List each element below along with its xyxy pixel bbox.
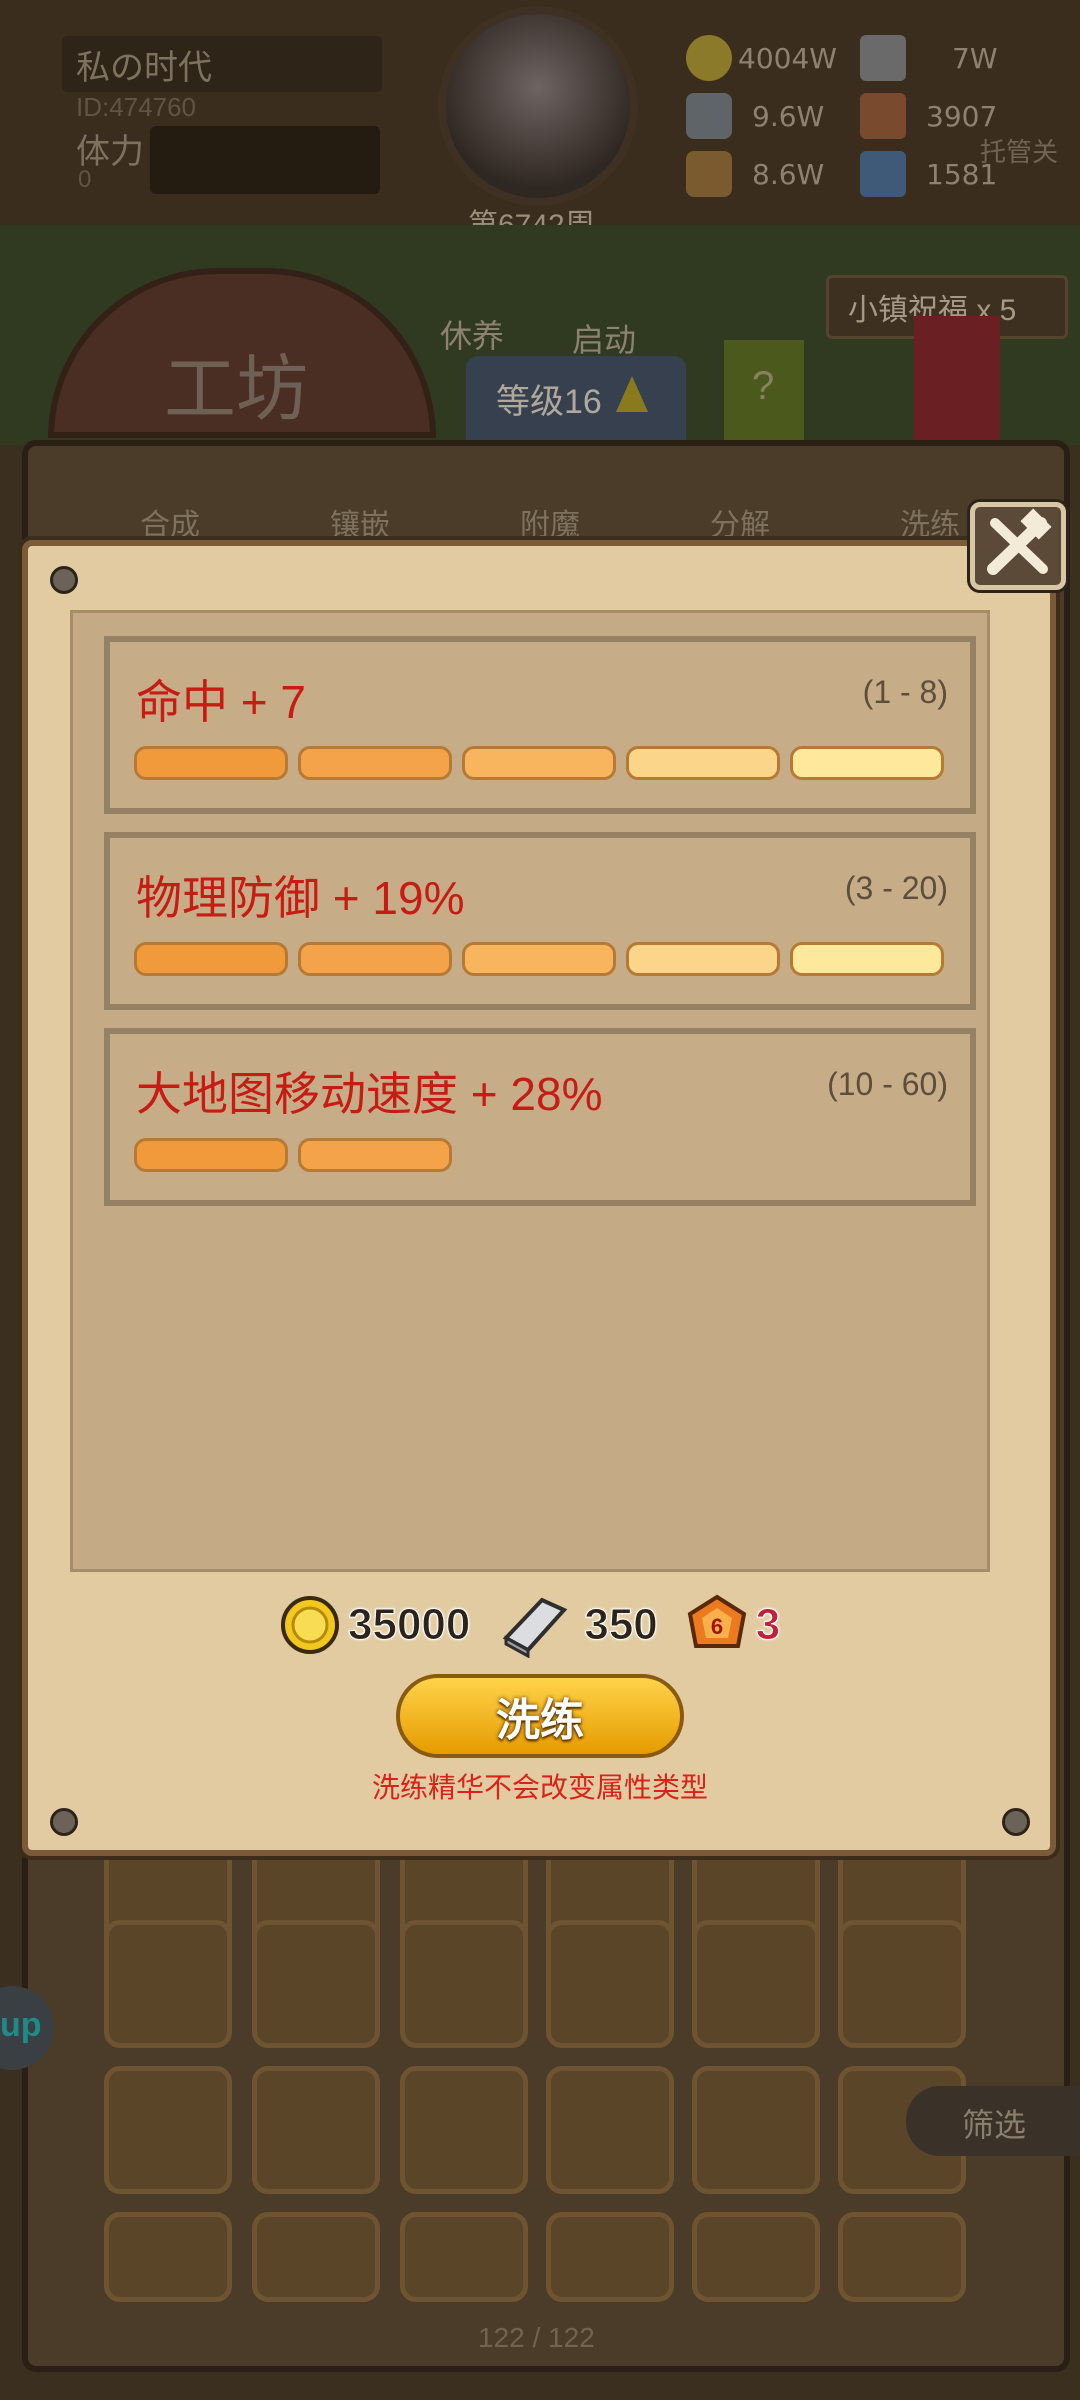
- refine-button[interactable]: 洗练: [396, 1674, 684, 1758]
- help-label: ?: [752, 364, 775, 408]
- stamina-value: 0: [78, 166, 92, 193]
- resource-wood: 8.6W: [686, 150, 824, 198]
- stat-level-bar: [134, 746, 958, 782]
- stat-level-bar: [134, 942, 958, 978]
- tab-inlay[interactable]: 镶嵌: [330, 500, 390, 544]
- refine-essence-icon: 6: [687, 1594, 746, 1648]
- stat-level-segment: [298, 746, 452, 780]
- inventory-slot[interactable]: [400, 1920, 528, 2048]
- stamina-bar: [150, 126, 380, 194]
- wood-log-icon: [686, 151, 732, 197]
- inventory-slot[interactable]: [104, 1920, 232, 2048]
- stat-range: (10 - 60): [827, 1066, 948, 1102]
- cost-iron-amount: 350: [584, 1600, 658, 1650]
- inventory-slot[interactable]: [104, 2212, 232, 2302]
- stat-level-segment: [298, 942, 452, 976]
- ore-amount: 3907: [926, 99, 998, 133]
- inventory-slot[interactable]: [692, 2066, 820, 2194]
- stat-range: (3 - 20): [844, 870, 948, 906]
- crystal-icon: [860, 151, 906, 197]
- rivet-icon: [1002, 1808, 1030, 1836]
- rivet-icon: [50, 1808, 78, 1836]
- stat-label: 命中 + 7: [136, 676, 307, 728]
- stat-row: 大地图移动速度 + 28% (10 - 60): [104, 1028, 976, 1206]
- start-button[interactable]: 启动: [572, 315, 636, 361]
- inventory-count: 122 / 122: [478, 2322, 595, 2353]
- stat-level-segment: [626, 746, 780, 780]
- stat-level-bar: [134, 1138, 958, 1174]
- auto-label[interactable]: 托管关: [980, 132, 1058, 169]
- stat-level-segment: [134, 1138, 288, 1172]
- modal-close-button[interactable]: [970, 502, 1066, 590]
- cost-iron: 350: [498, 1592, 658, 1658]
- refine-hint: 洗练精华不会改变属性类型: [371, 1772, 708, 1803]
- top-status-bar: 私の时代 ID:474760 体力 0 第6742周 4004W 7W 9.6W…: [0, 0, 1080, 242]
- up-label: up: [0, 2006, 42, 2044]
- refine-cost: 35000 350 6 3: [280, 1592, 808, 1658]
- iron-ingot-icon: [860, 35, 906, 81]
- inventory-slot[interactable]: [400, 2066, 528, 2194]
- workshop-level: 等级16: [496, 383, 602, 421]
- close-panel-button[interactable]: [914, 316, 1000, 440]
- cost-essence: 6 3: [686, 1594, 781, 1656]
- gold-coin-icon: [686, 35, 732, 81]
- stat-label: 大地图移动速度 + 28%: [136, 1068, 603, 1120]
- stat-level-segment: [134, 942, 288, 976]
- cost-gold-amount: 35000: [347, 1600, 471, 1650]
- workshop-title: 工坊: [164, 350, 309, 430]
- stat-level-segment: [462, 746, 616, 780]
- filter-label: 筛选: [962, 2107, 1027, 2143]
- inventory-slot[interactable]: [400, 2212, 528, 2302]
- stone-amount: 9.6W: [752, 99, 825, 133]
- inventory-slot[interactable]: [546, 2212, 674, 2302]
- inventory-slot[interactable]: [252, 1920, 380, 2048]
- crossed-tools-icon: [987, 508, 1052, 575]
- resource-ore: 3907: [860, 92, 997, 140]
- gold-amount: 4004W: [738, 41, 837, 75]
- cost-essence-amount: 3: [755, 1600, 781, 1650]
- level-up-arrow-icon: [616, 376, 648, 412]
- rivet-icon: [50, 566, 78, 594]
- gold-coin-icon: [281, 1596, 339, 1654]
- stat-level-segment: [298, 1138, 452, 1172]
- essence-level: 6: [711, 1614, 723, 1639]
- resource-iron: 7W: [860, 34, 998, 82]
- stat-range: (1 - 8): [862, 674, 948, 710]
- rest-button[interactable]: 休养: [440, 311, 504, 357]
- iron-amount: 7W: [952, 41, 998, 75]
- resource-stone: 9.6W: [686, 92, 824, 140]
- inventory-slot[interactable]: [838, 1920, 966, 2048]
- inventory-slot[interactable]: [838, 2212, 966, 2302]
- inventory-slot[interactable]: [252, 2212, 380, 2302]
- cost-gold: 35000: [280, 1595, 471, 1655]
- inventory-slot[interactable]: [546, 2066, 674, 2194]
- iron-ingot-icon: [503, 1597, 568, 1658]
- tab-enchant[interactable]: 附魔: [520, 500, 580, 544]
- tab-compose[interactable]: 合成: [140, 500, 200, 544]
- stat-row: 命中 + 7 (1 - 8): [104, 636, 976, 814]
- tab-refine[interactable]: 洗练: [900, 500, 960, 544]
- stone-icon: [686, 93, 732, 139]
- stat-label: 物理防御 + 19%: [136, 872, 465, 924]
- inventory-slot[interactable]: [546, 1920, 674, 2048]
- resource-crystal: 1581: [860, 150, 997, 198]
- ore-icon: [860, 93, 906, 139]
- inventory-slot[interactable]: [692, 1920, 820, 2048]
- stat-level-segment: [626, 942, 780, 976]
- inventory-slot[interactable]: [104, 2066, 232, 2194]
- inventory-slot[interactable]: [692, 2212, 820, 2302]
- stat-level-segment: [134, 746, 288, 780]
- avatar[interactable]: [438, 6, 638, 206]
- player-name: 私の时代: [76, 49, 212, 87]
- resource-gold: 4004W: [686, 34, 837, 82]
- stat-level-segment: [462, 942, 616, 976]
- wood-amount: 8.6W: [752, 157, 825, 191]
- tab-decompose[interactable]: 分解: [710, 500, 770, 544]
- stat-row: 物理防御 + 19% (3 - 20): [104, 832, 976, 1010]
- player-id: ID:474760: [76, 92, 196, 122]
- stat-level-segment: [790, 746, 944, 780]
- inventory-slot[interactable]: [252, 2066, 380, 2194]
- stat-level-segment: [790, 942, 944, 976]
- refine-button-label: 洗练: [496, 1696, 584, 1745]
